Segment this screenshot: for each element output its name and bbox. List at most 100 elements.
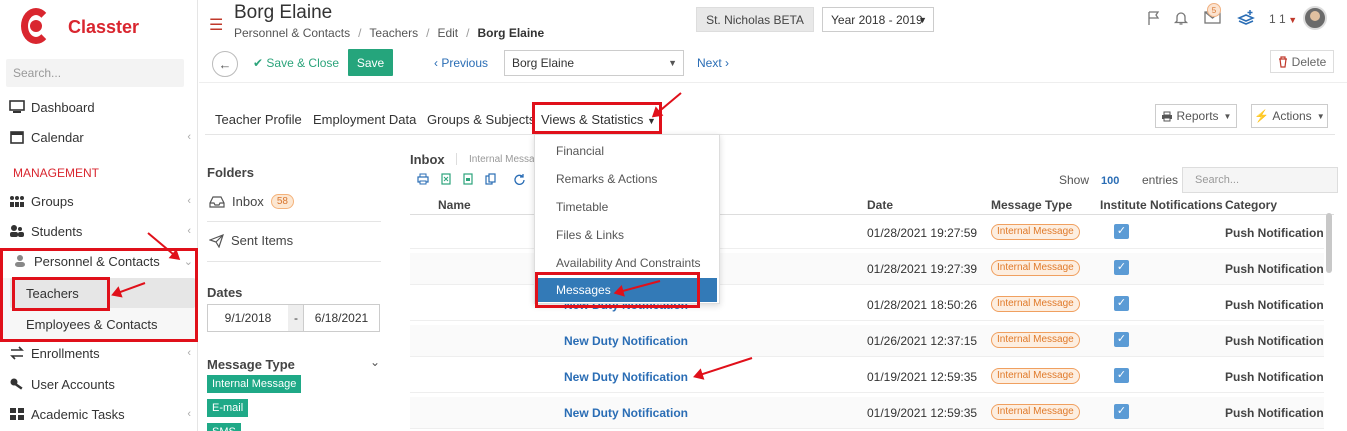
hamburger-menu-icon[interactable]: ☰	[209, 15, 223, 35]
checkbox-checked-icon[interactable]: ✓	[1114, 296, 1129, 311]
caret-down-icon: ▼	[1316, 111, 1325, 121]
divider	[456, 153, 457, 165]
copy-icon[interactable]	[485, 173, 496, 185]
groups-icon	[10, 196, 24, 207]
message-type-badge: Internal Message	[991, 404, 1080, 420]
table-search-input[interactable]: Search...	[1182, 167, 1338, 193]
dates-heading: Dates	[207, 285, 243, 300]
breadcrumb-separator: /	[426, 26, 430, 40]
teacher-select[interactable]: Borg Elaine ▼	[504, 50, 684, 76]
column-header-institute-notifications[interactable]: Institute Notifications	[1100, 198, 1223, 212]
breadcrumb-separator: /	[466, 26, 470, 40]
reports-label: Reports	[1176, 109, 1219, 123]
folder-inbox[interactable]: Inbox 58	[209, 194, 294, 209]
tab-employment-data[interactable]: Employment Data	[313, 112, 416, 127]
print-icon[interactable]	[417, 173, 429, 185]
save-and-close-button[interactable]: ✔ Save & Close	[253, 56, 339, 70]
sidebar-item-label: Students	[31, 223, 83, 239]
date-to-input[interactable]: 6/18/2021	[303, 304, 380, 332]
bell-icon[interactable]	[1173, 10, 1189, 26]
message-name[interactable]: New Duty Notification	[564, 334, 688, 348]
message-category: Push Notification	[1225, 370, 1324, 384]
sidebar-item-label: Calendar	[31, 129, 84, 145]
message-category: Push Notification	[1225, 226, 1324, 240]
folder-sent-items[interactable]: Sent Items	[209, 233, 293, 248]
date-from-input[interactable]: 9/1/2018	[207, 304, 289, 332]
csv-export-icon[interactable]	[463, 173, 473, 185]
avatar[interactable]	[1303, 6, 1327, 30]
menu-item-financial[interactable]: Financial	[535, 139, 719, 163]
tabs-divider	[205, 134, 1335, 135]
inbox-subtab[interactable]: Internal Messa	[469, 154, 535, 165]
sidebar-item-user-accounts[interactable]: User Accounts	[0, 370, 197, 398]
sidebar-item-academic-tasks[interactable]: Academic Tasks ‹	[0, 400, 197, 428]
folder-inbox-label: Inbox	[232, 194, 264, 209]
excel-export-icon[interactable]	[441, 173, 451, 185]
menu-item-remarks-actions[interactable]: Remarks & Actions	[535, 167, 719, 191]
key-icon	[10, 378, 23, 390]
chevron-down-icon[interactable]: ⌄	[370, 355, 380, 369]
filter-tag-sms[interactable]: SMS	[207, 423, 241, 431]
message-date: 01/28/2021 19:27:59	[867, 226, 978, 240]
flag-icon[interactable]	[1146, 10, 1162, 26]
breadcrumb-link-personnel[interactable]: Personnel & Contacts	[234, 26, 350, 40]
checkbox-checked-icon[interactable]: ✓	[1114, 404, 1129, 419]
year-select[interactable]: Year 2018 - 2019 ▼	[822, 7, 934, 32]
sidebar-item-calendar[interactable]: Calendar ‹	[0, 123, 197, 151]
caret-down-icon: ▼	[668, 58, 677, 68]
checkbox-checked-icon[interactable]: ✓	[1114, 260, 1129, 275]
back-button[interactable]: ←	[212, 51, 238, 77]
sidebar-search-input[interactable]: Search...	[6, 59, 184, 87]
reports-button[interactable]: Reports ▼	[1155, 104, 1237, 128]
table-row[interactable]: New Duty Notification 01/19/2021 12:59:3…	[410, 397, 1324, 429]
actions-button[interactable]: ⚡ Actions ▼	[1251, 104, 1328, 128]
tab-teacher-profile[interactable]: Teacher Profile	[215, 112, 302, 127]
school-selector-button[interactable]: St. Nicholas BETA	[696, 7, 814, 32]
checkbox-checked-icon[interactable]: ✓	[1114, 224, 1129, 239]
user-counter[interactable]: 1 1 ▼	[1269, 12, 1297, 26]
calendar-icon	[10, 131, 24, 144]
printer-icon	[1161, 111, 1172, 121]
sidebar-item-groups[interactable]: Groups ‹	[0, 187, 197, 215]
filter-tag-email[interactable]: E-mail	[207, 399, 249, 417]
caret-down-icon: ▼	[918, 14, 927, 25]
chevron-left-icon: ‹	[187, 347, 191, 359]
column-header-name[interactable]: Name	[438, 198, 471, 212]
bolt-icon: ⚡	[1254, 109, 1270, 123]
delete-button[interactable]: Delete	[1270, 50, 1334, 73]
filter-tag-internal-message[interactable]: Internal Message	[207, 375, 302, 393]
sidebar-item-dashboard[interactable]: Dashboard	[0, 93, 197, 121]
column-header-date[interactable]: Date	[867, 198, 893, 212]
sidebar-item-label: Groups	[31, 193, 74, 209]
breadcrumb-link-teachers[interactable]: Teachers	[369, 26, 418, 40]
table-row[interactable]: New Duty Notification 01/19/2021 12:59:3…	[410, 361, 1324, 393]
menu-item-timetable[interactable]: Timetable	[535, 195, 719, 219]
date-range-separator: -	[288, 304, 304, 332]
checkbox-checked-icon[interactable]: ✓	[1114, 332, 1129, 347]
column-header-category[interactable]: Category	[1225, 198, 1277, 212]
breadcrumb-link-edit[interactable]: Edit	[437, 26, 458, 40]
tab-groups-subjects[interactable]: Groups & Subjects	[427, 112, 535, 127]
sidebar-item-enrollments[interactable]: Enrollments ‹	[0, 339, 197, 367]
message-type-heading: Message Type	[207, 357, 295, 372]
brand-name: Classter	[68, 16, 140, 37]
table-scrollbar[interactable]	[1326, 213, 1332, 273]
year-select-value: Year 2018 - 2019	[831, 12, 923, 27]
message-name[interactable]: New Duty Notification	[564, 370, 688, 384]
breadcrumb-separator: /	[358, 26, 362, 40]
message-name[interactable]: New Duty Notification	[564, 406, 688, 420]
column-header-message-type[interactable]: Message Type	[991, 198, 1072, 212]
chevron-left-icon: ‹	[187, 225, 191, 237]
brand-logo[interactable]: Classter	[18, 8, 139, 46]
refresh-icon[interactable]	[513, 173, 525, 185]
previous-link[interactable]: ‹ Previous	[434, 56, 488, 70]
checkbox-checked-icon[interactable]: ✓	[1114, 368, 1129, 383]
message-type-badge: Internal Message	[991, 332, 1080, 348]
table-row[interactable]: New Duty Notification 01/26/2021 12:37:1…	[410, 325, 1324, 357]
entries-per-page-select[interactable]: 100	[1101, 175, 1119, 187]
sidebar-item-students[interactable]: Students ‹	[0, 217, 197, 245]
next-link[interactable]: Next ›	[697, 56, 729, 70]
save-button[interactable]: Save	[348, 49, 393, 76]
menu-item-files-links[interactable]: Files & Links	[535, 223, 719, 247]
layers-plus-icon[interactable]	[1237, 9, 1255, 27]
